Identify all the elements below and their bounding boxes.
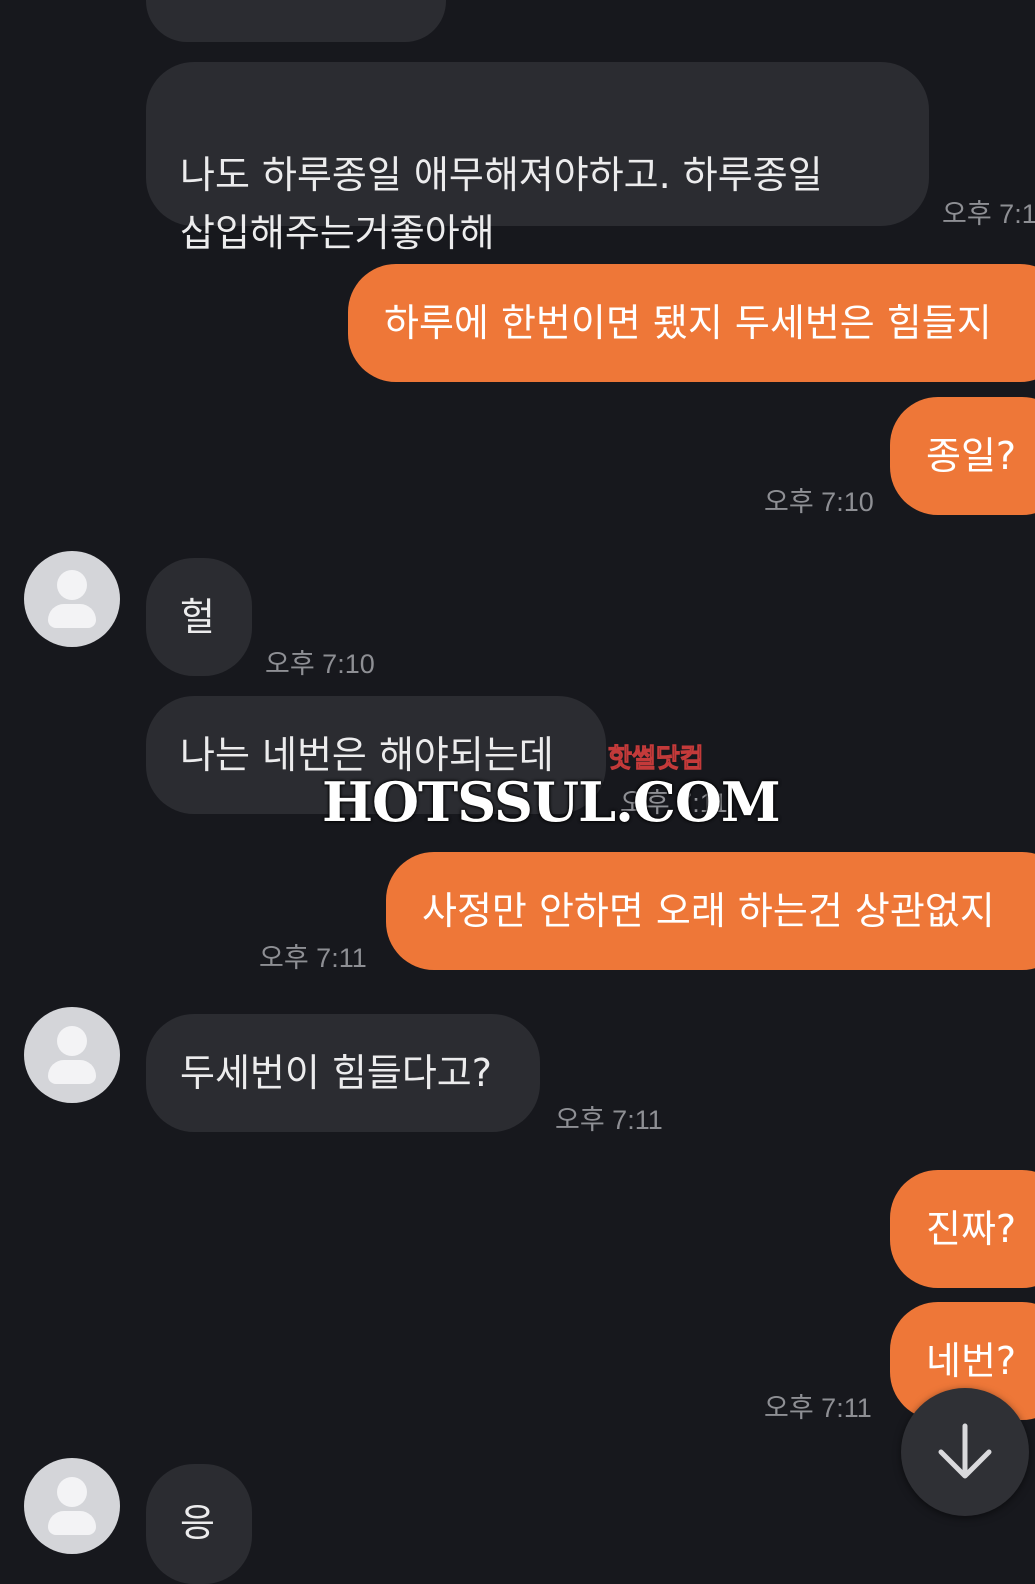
message-time: 오후 7:1 — [942, 199, 1035, 229]
message-text: 진짜? — [926, 1207, 1017, 1251]
message-time: 오후 7:11 — [555, 1105, 663, 1135]
watermark-logo: HOTSSUL.COM — [322, 770, 781, 834]
avatar[interactable] — [24, 551, 120, 647]
message-text: 종일? — [926, 434, 1017, 478]
message-bubble-incoming[interactable] — [146, 0, 446, 42]
message-bubble-incoming[interactable]: 두세번이 힘들다고? — [146, 1014, 540, 1132]
message-text: 응 — [180, 1501, 215, 1545]
scroll-to-bottom-button[interactable] — [901, 1388, 1029, 1516]
message-text: 하루에 한번이면 됐지 두세번은 힘들지 — [384, 301, 992, 345]
avatar[interactable] — [24, 1007, 120, 1103]
message-text: 네번? — [926, 1339, 1017, 1383]
message-bubble-outgoing[interactable]: 진짜? — [890, 1170, 1035, 1288]
message-time: 오후 7:11 — [259, 943, 367, 973]
message-text: 두세번이 힘들다고? — [180, 1051, 492, 1095]
message-bubble-outgoing[interactable]: 사정만 안하면 오래 하는건 상관없지 — [386, 852, 1035, 970]
message-time: 오후 7:10 — [764, 487, 874, 517]
message-text: 나도 하루종일 애무해져야하고. 하루종일 삽입해주는거좋아해 — [180, 153, 823, 255]
message-bubble-incoming[interactable]: 헐 — [146, 558, 252, 676]
arrow-down-icon — [938, 1423, 992, 1479]
message-text: 헐 — [180, 595, 215, 639]
avatar-body-shape — [48, 1511, 96, 1535]
message-bubble-incoming[interactable]: 나도 하루종일 애무해져야하고. 하루종일 삽입해주는거좋아해 — [146, 62, 929, 255]
avatar-body-shape — [48, 1060, 96, 1084]
avatar-body-shape — [48, 604, 96, 628]
message-time: 오후 7:11 — [764, 1393, 872, 1423]
avatar-head-shape — [57, 570, 87, 600]
message-bubble-outgoing[interactable]: 종일? — [890, 397, 1035, 515]
message-bubble-outgoing[interactable]: 하루에 한번이면 됐지 두세번은 힘들지 — [348, 264, 1035, 382]
avatar[interactable] — [24, 1458, 120, 1554]
message-bubble-incoming[interactable]: 응 — [146, 1464, 252, 1584]
message-text: 사정만 안하면 오래 하는건 상관없지 — [422, 889, 995, 933]
avatar-head-shape — [57, 1026, 87, 1056]
message-time: 오후 7:10 — [265, 649, 375, 679]
avatar-head-shape — [57, 1477, 87, 1507]
